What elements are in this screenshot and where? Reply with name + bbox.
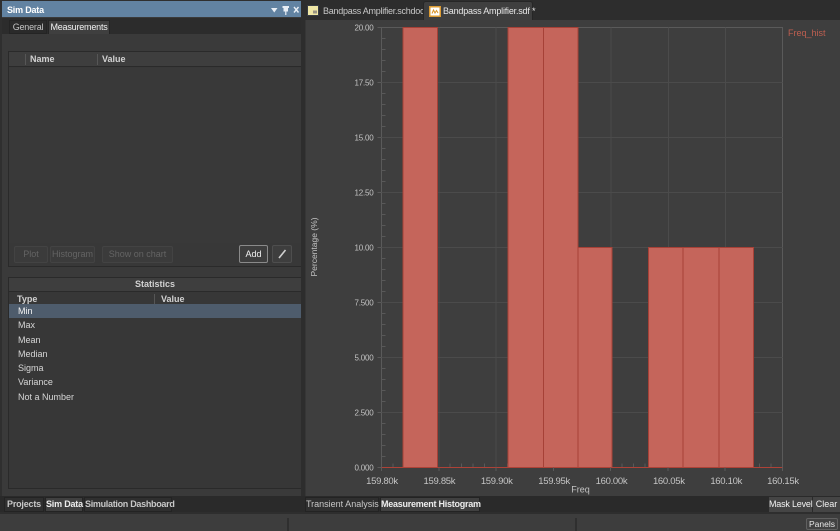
svg-text:5.000: 5.000 [354, 354, 374, 363]
svg-text:160.10k: 160.10k [710, 476, 742, 487]
svg-text:159.95k: 159.95k [538, 476, 570, 487]
svg-text:Freq: Freq [571, 485, 590, 495]
svg-text:160.05k: 160.05k [653, 476, 685, 487]
svg-text:159.80k: 159.80k [366, 476, 398, 487]
svg-text:Freq_hist: Freq_hist [788, 28, 826, 38]
svg-text:15.00: 15.00 [354, 134, 374, 143]
svg-text:159.90k: 159.90k [481, 476, 513, 487]
svg-text:160.00k: 160.00k [596, 476, 628, 487]
svg-text:12.50: 12.50 [354, 189, 374, 198]
svg-text:20.00: 20.00 [354, 24, 374, 33]
svg-text:0.000: 0.000 [354, 464, 374, 473]
svg-text:17.50: 17.50 [354, 79, 374, 88]
svg-text:10.00: 10.00 [354, 244, 374, 253]
svg-text:160.15k: 160.15k [767, 476, 799, 487]
svg-text:2.500: 2.500 [354, 409, 374, 418]
svg-text:159.85k: 159.85k [424, 476, 456, 487]
svg-text:7.500: 7.500 [354, 299, 374, 308]
svg-text:Percentage (%): Percentage (%) [309, 217, 319, 276]
